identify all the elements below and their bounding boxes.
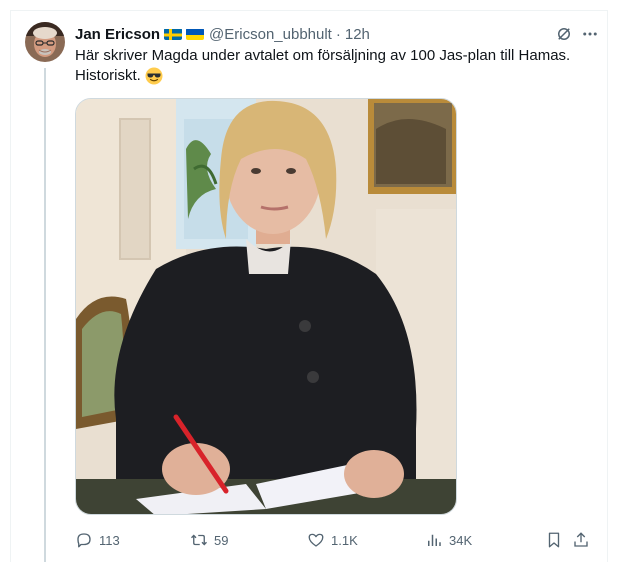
tweet-header: Jan Ericson @Ericson_ubbhult · 12h	[75, 24, 370, 44]
retweet-count: 59	[214, 532, 229, 548]
more-icon[interactable]	[580, 24, 600, 44]
views-icon	[428, 534, 441, 546]
sweden-flag-icon	[164, 28, 183, 40]
tweet-text-line-2-row: Historiskt.	[75, 66, 595, 86]
tweet-top-actions	[548, 24, 600, 44]
tweet-media-photo[interactable]	[75, 98, 457, 515]
timeline-border-left	[10, 10, 11, 562]
like-icon	[308, 533, 324, 547]
views-count: 34K	[449, 532, 473, 548]
ukraine-flag-icon	[186, 28, 205, 40]
bookmark-icon	[548, 532, 560, 548]
share-button[interactable]	[572, 529, 596, 551]
tweet-timestamp[interactable]: 12h	[345, 26, 370, 43]
thread-connector-line	[44, 68, 46, 562]
tweet-text: Här skriver Magda under avtalet om försä…	[75, 46, 595, 86]
author-display-name[interactable]: Jan Ericson	[75, 26, 160, 43]
like-button[interactable]: 1.1K	[307, 529, 358, 551]
grok-icon[interactable]	[554, 24, 574, 44]
tweet-action-bar: 113 59 1.1K 34K	[75, 529, 595, 551]
views-button[interactable]: 34K	[425, 529, 472, 551]
retweet-icon	[191, 534, 207, 546]
retweet-button[interactable]: 59	[190, 529, 228, 551]
share-icon	[574, 532, 588, 547]
reply-icon	[77, 533, 91, 548]
sunglasses-face-icon	[145, 67, 163, 85]
reply-button[interactable]: 113	[75, 529, 120, 551]
bookmark-button[interactable]	[545, 529, 569, 551]
avatar[interactable]	[25, 22, 65, 62]
tweet-text-line-2: Historiskt.	[75, 67, 141, 84]
timeline-border-right	[607, 10, 608, 562]
tweet-text-line-1: Här skriver Magda under avtalet om försä…	[75, 47, 571, 64]
like-count: 1.1K	[331, 532, 358, 548]
author-handle[interactable]: @Ericson_ubbhult	[209, 26, 332, 43]
timeline-divider	[10, 10, 608, 11]
separator-dot: ·	[335, 25, 341, 43]
reply-count: 113	[99, 532, 120, 548]
